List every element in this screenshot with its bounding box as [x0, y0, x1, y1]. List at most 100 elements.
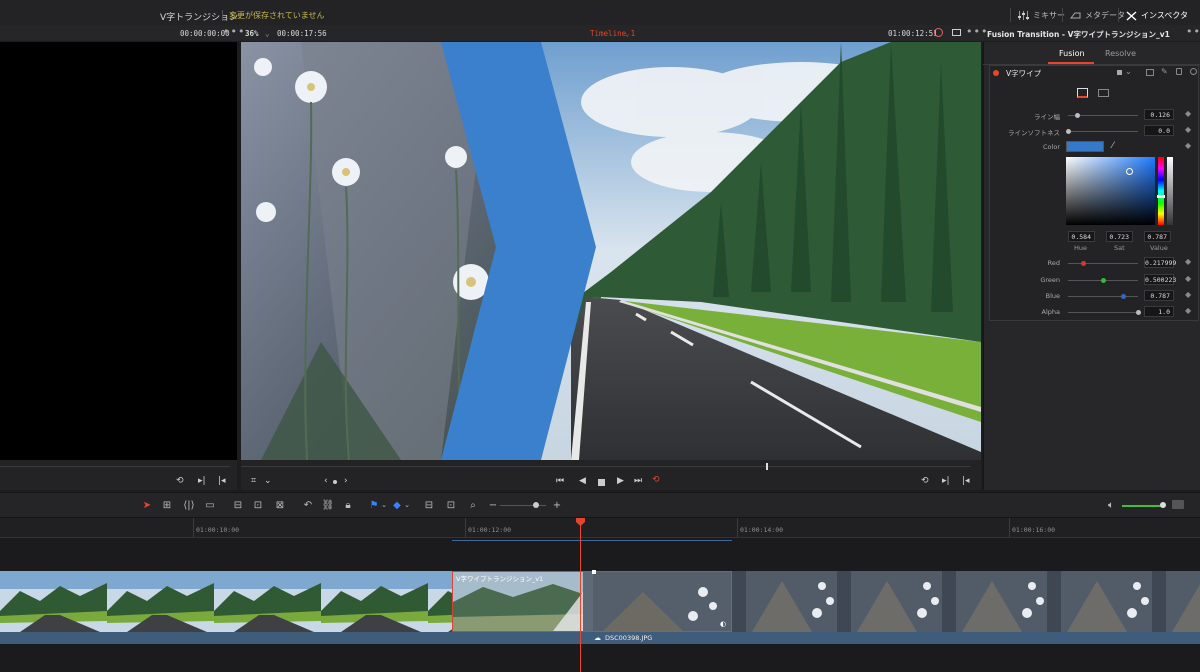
snapping-icon[interactable]: ↶: [301, 498, 315, 512]
softness-input[interactable]: 0.0: [1144, 125, 1174, 136]
volume-slider[interactable]: [1122, 505, 1164, 507]
blue-keyframe[interactable]: ◆: [1185, 290, 1191, 299]
blue-slider[interactable]: [1068, 296, 1138, 297]
red-slider[interactable]: [1068, 263, 1138, 264]
hue-bar-marker[interactable]: [1157, 195, 1165, 198]
safe-area-chevron-icon[interactable]: ⌄: [264, 476, 272, 486]
source-scrubber[interactable]: [0, 466, 230, 467]
next-frame-icon[interactable]: ▸|: [198, 476, 206, 486]
playhead-line[interactable]: [580, 518, 581, 672]
match-frame-icon[interactable]: ⟲: [921, 476, 929, 486]
zoom-chevron-icon[interactable]: ⌄: [265, 29, 270, 38]
alpha-bar[interactable]: [1167, 157, 1173, 225]
color-picker-cursor[interactable]: [1126, 168, 1133, 175]
next-edit-icon[interactable]: ›: [344, 476, 348, 486]
zoom-in-icon[interactable]: +: [550, 498, 564, 512]
color-keyframe[interactable]: ◆: [1185, 141, 1191, 150]
line-width-input[interactable]: 0.126: [1144, 109, 1174, 120]
next-frame-icon-2[interactable]: ▸|: [942, 476, 950, 486]
inspector-tab[interactable]: インスペクタ: [1126, 10, 1188, 21]
linked-selection-icon[interactable]: ⛓: [321, 498, 335, 512]
softness-keyframe[interactable]: ◆: [1185, 125, 1191, 134]
alpha-input[interactable]: 1.0: [1144, 306, 1174, 317]
insert-clip-icon[interactable]: ⊟: [231, 498, 245, 512]
volume-icon[interactable]: 🔈︎: [1104, 498, 1118, 512]
marker-chevron-icon[interactable]: ⌄: [400, 498, 414, 512]
blue-input[interactable]: 0.787: [1144, 290, 1174, 301]
go-to-end-icon[interactable]: ⏭: [634, 476, 642, 486]
blade-tool-icon[interactable]: ▭: [203, 498, 217, 512]
metadata-tab[interactable]: メタデータ: [1070, 10, 1125, 21]
sat-input[interactable]: 0.723: [1106, 231, 1133, 242]
alpha-knob[interactable]: [1136, 310, 1141, 315]
zoom-slider-knob[interactable]: [533, 502, 539, 508]
transition-handle[interactable]: [592, 570, 596, 574]
stop-icon[interactable]: [598, 479, 605, 486]
prev-clip-icon[interactable]: |◂: [218, 476, 226, 486]
green-input[interactable]: 0.500223: [1144, 274, 1176, 285]
play-icon[interactable]: ▶: [617, 476, 624, 486]
hue-input[interactable]: 0.584: [1068, 231, 1095, 242]
node-enable-toggle[interactable]: [993, 70, 999, 76]
mixer-tab[interactable]: ミキサー: [1018, 10, 1065, 21]
zoom-detail-icon[interactable]: ⊡: [444, 498, 458, 512]
line-width-knob[interactable]: [1074, 113, 1080, 118]
timeline-scrubber[interactable]: [241, 466, 971, 467]
value-input[interactable]: 0.787: [1144, 231, 1171, 242]
go-to-start-icon[interactable]: ⏮: [556, 476, 564, 486]
loop-playback-icon[interactable]: ⟲: [652, 475, 660, 485]
node-copy-icon[interactable]: [1146, 69, 1154, 76]
color-swatch[interactable]: [1066, 141, 1104, 152]
tab-fusion[interactable]: Fusion: [1059, 49, 1085, 58]
lock-icon[interactable]: [1176, 68, 1182, 75]
eyedropper-icon[interactable]: ⁄: [1112, 141, 1114, 151]
red-keyframe[interactable]: ◆: [1185, 257, 1191, 266]
zoom-full-icon[interactable]: ⊟: [422, 498, 436, 512]
replace-clip-icon[interactable]: ⊠: [273, 498, 287, 512]
road-clip[interactable]: [0, 571, 452, 632]
green-knob[interactable]: [1101, 278, 1106, 283]
inspector-options-button[interactable]: •••: [1186, 25, 1200, 38]
node-color-swatch[interactable]: [1117, 70, 1122, 75]
source-viewer[interactable]: [0, 42, 237, 460]
hue-bar[interactable]: [1158, 157, 1164, 225]
selection-tool-icon[interactable]: ➤: [140, 498, 154, 512]
loop-icon[interactable]: ⟲: [176, 476, 184, 486]
green-keyframe[interactable]: ◆: [1185, 274, 1191, 283]
position-lock-icon[interactable]: 🔒︎: [341, 498, 355, 512]
color-wheel-icon[interactable]: [934, 28, 943, 37]
node-menu-chevron-icon[interactable]: ⌄: [1125, 67, 1132, 76]
tab-resolve[interactable]: Resolve: [1105, 49, 1136, 58]
safe-area-icon[interactable]: ⌗: [251, 476, 256, 486]
softness-slider[interactable]: [1068, 131, 1138, 132]
play-reverse-icon[interactable]: ◀: [579, 476, 586, 486]
zoom-slider[interactable]: [500, 505, 546, 506]
volume-knob[interactable]: [1160, 502, 1166, 508]
zoom-level[interactable]: 36%: [245, 29, 259, 38]
timeline-chevron-icon[interactable]: ⌄: [625, 29, 630, 38]
timeline-viewer[interactable]: [241, 42, 981, 460]
trim-tool-icon[interactable]: ⊞: [160, 498, 174, 512]
zoom-custom-icon[interactable]: ⌕: [466, 498, 480, 512]
scrubber-playhead[interactable]: [766, 463, 768, 470]
dynamic-trim-icon[interactable]: ⟨|⟩: [182, 498, 196, 512]
color-picker-field[interactable]: [1066, 157, 1155, 225]
alpha-keyframe[interactable]: ◆: [1185, 306, 1191, 315]
settings-tab-icon[interactable]: [1098, 89, 1109, 97]
prev-frame-icon[interactable]: |◂: [962, 476, 970, 486]
edit-marker-dot[interactable]: [333, 480, 337, 484]
zoom-out-icon[interactable]: −: [486, 498, 500, 512]
reset-icon[interactable]: [1190, 68, 1197, 75]
prev-edit-icon[interactable]: ‹: [324, 476, 328, 486]
pin-icon[interactable]: ✎: [1161, 67, 1168, 76]
controls-tab-icon[interactable]: [1077, 88, 1088, 98]
overwrite-clip-icon[interactable]: ⊡: [251, 498, 265, 512]
alpha-slider[interactable]: [1068, 312, 1138, 313]
softness-knob[interactable]: [1066, 129, 1071, 134]
meter-icon[interactable]: [1172, 500, 1184, 509]
viewer-options-button[interactable]: •••: [966, 25, 988, 38]
fx-badge-icon[interactable]: ◐: [720, 620, 726, 628]
flower-clip[interactable]: [732, 571, 1200, 632]
source-options-button[interactable]: •••: [223, 25, 245, 38]
line-width-keyframe[interactable]: ◆: [1185, 109, 1191, 118]
